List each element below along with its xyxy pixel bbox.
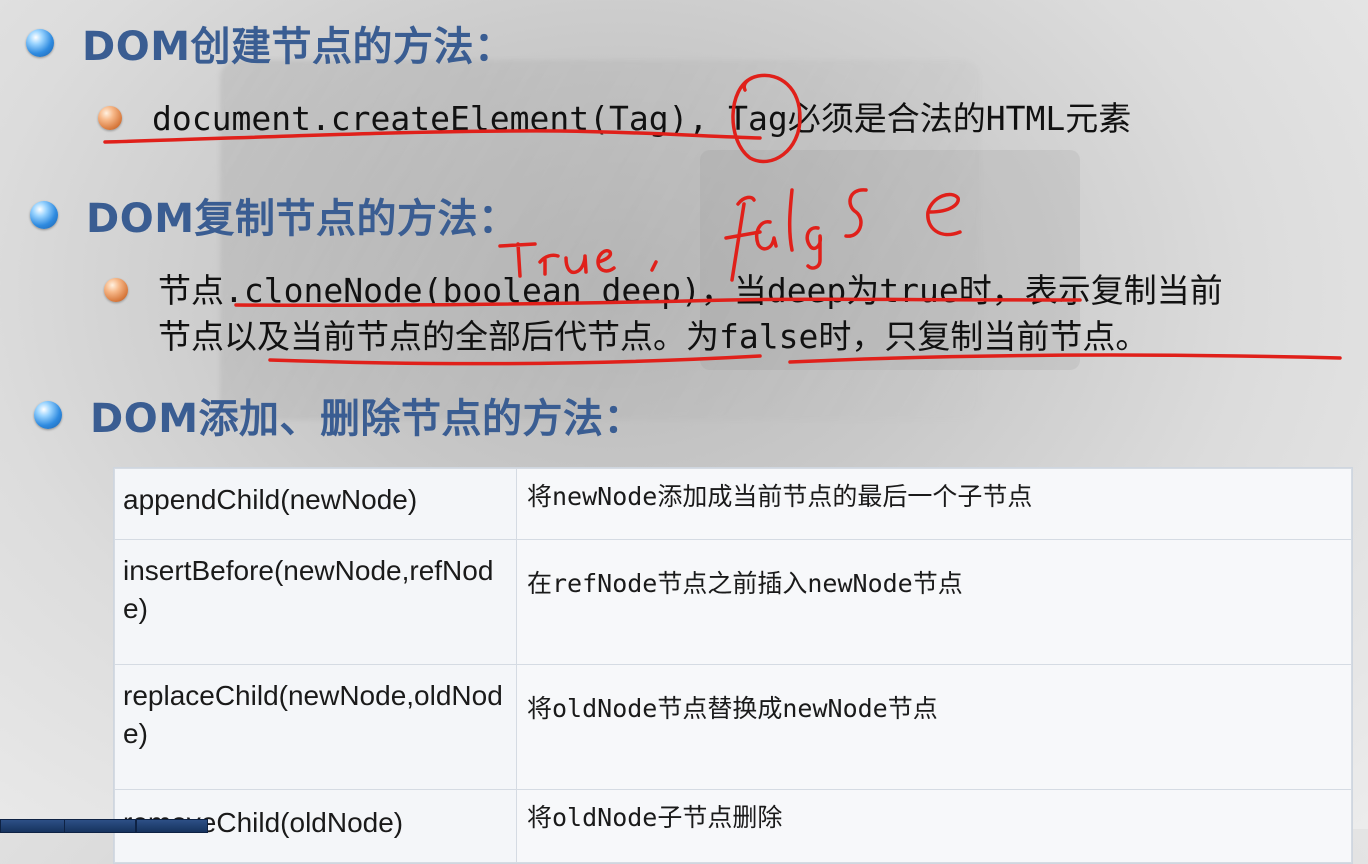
heading-create-node: DOM创建节点的方法：: [26, 14, 515, 72]
heading-clone-node: DOM复制节点的方法：: [30, 186, 519, 244]
thumbnail: [64, 819, 136, 833]
table-row: replaceChild(newNode,oldNode) 将oldNode节点…: [114, 664, 1352, 790]
orange-sphere-bullet-icon: [104, 278, 128, 302]
description-cell: 将oldNode子节点删除: [516, 789, 1352, 863]
heading-clone-node-text: DOM复制节点的方法：: [86, 196, 519, 242]
clone-node-desc-line1: 节点.cloneNode(boolean deep)，当deep为true时，表…: [158, 271, 1223, 310]
heading-create-node-text: DOM创建节点的方法：: [82, 24, 515, 70]
blue-sphere-bullet-icon: [26, 29, 54, 57]
description-cell: 在refNode节点之前插入newNode节点: [516, 539, 1352, 665]
thumbnail: [0, 819, 72, 833]
orange-sphere-bullet-icon: [98, 106, 122, 130]
thumbnail: [136, 819, 208, 833]
table-row: appendChild(newNode) 将newNode添加成当前节点的最后一…: [114, 468, 1352, 540]
clone-node-desc-line2: 节点以及当前节点的全部后代节点。为false时，只复制当前节点。: [158, 317, 1149, 356]
create-node-item: document.createElement(Tag), Tag必须是合法的HT…: [98, 96, 1131, 142]
bottom-thumbnails: [0, 815, 220, 833]
create-node-desc: document.createElement(Tag), Tag必须是合法的HT…: [152, 99, 1132, 138]
table-row: insertBefore(newNode,refNode) 在refNode节点…: [114, 539, 1352, 665]
description-cell: 将oldNode节点替换成newNode节点: [516, 664, 1352, 790]
table-row: removeChild(oldNode) 将oldNode子节点删除: [114, 789, 1352, 863]
method-cell: appendChild(newNode): [114, 468, 517, 540]
method-cell: insertBefore(newNode,refNode): [114, 539, 517, 665]
method-cell: replaceChild(newNode,oldNode): [114, 664, 517, 790]
clone-node-desc: 节点.cloneNode(boolean deep)，当deep为true时，表…: [158, 268, 1223, 360]
heading-add-remove-node-text: DOM添加、删除节点的方法：: [90, 396, 645, 442]
blue-sphere-bullet-icon: [30, 201, 58, 229]
methods-table: appendChild(newNode) 将newNode添加成当前节点的最后一…: [113, 467, 1353, 864]
method-text: replaceChild(newNode,oldNode): [123, 680, 503, 749]
clone-node-item: 节点.cloneNode(boolean deep)，当deep为true时，表…: [104, 268, 1223, 360]
method-text: insertBefore(newNode,refNode): [123, 555, 494, 624]
blue-sphere-bullet-icon: [34, 401, 62, 429]
heading-add-remove-node: DOM添加、删除节点的方法：: [34, 386, 644, 444]
description-cell: 将newNode添加成当前节点的最后一个子节点: [516, 468, 1352, 540]
